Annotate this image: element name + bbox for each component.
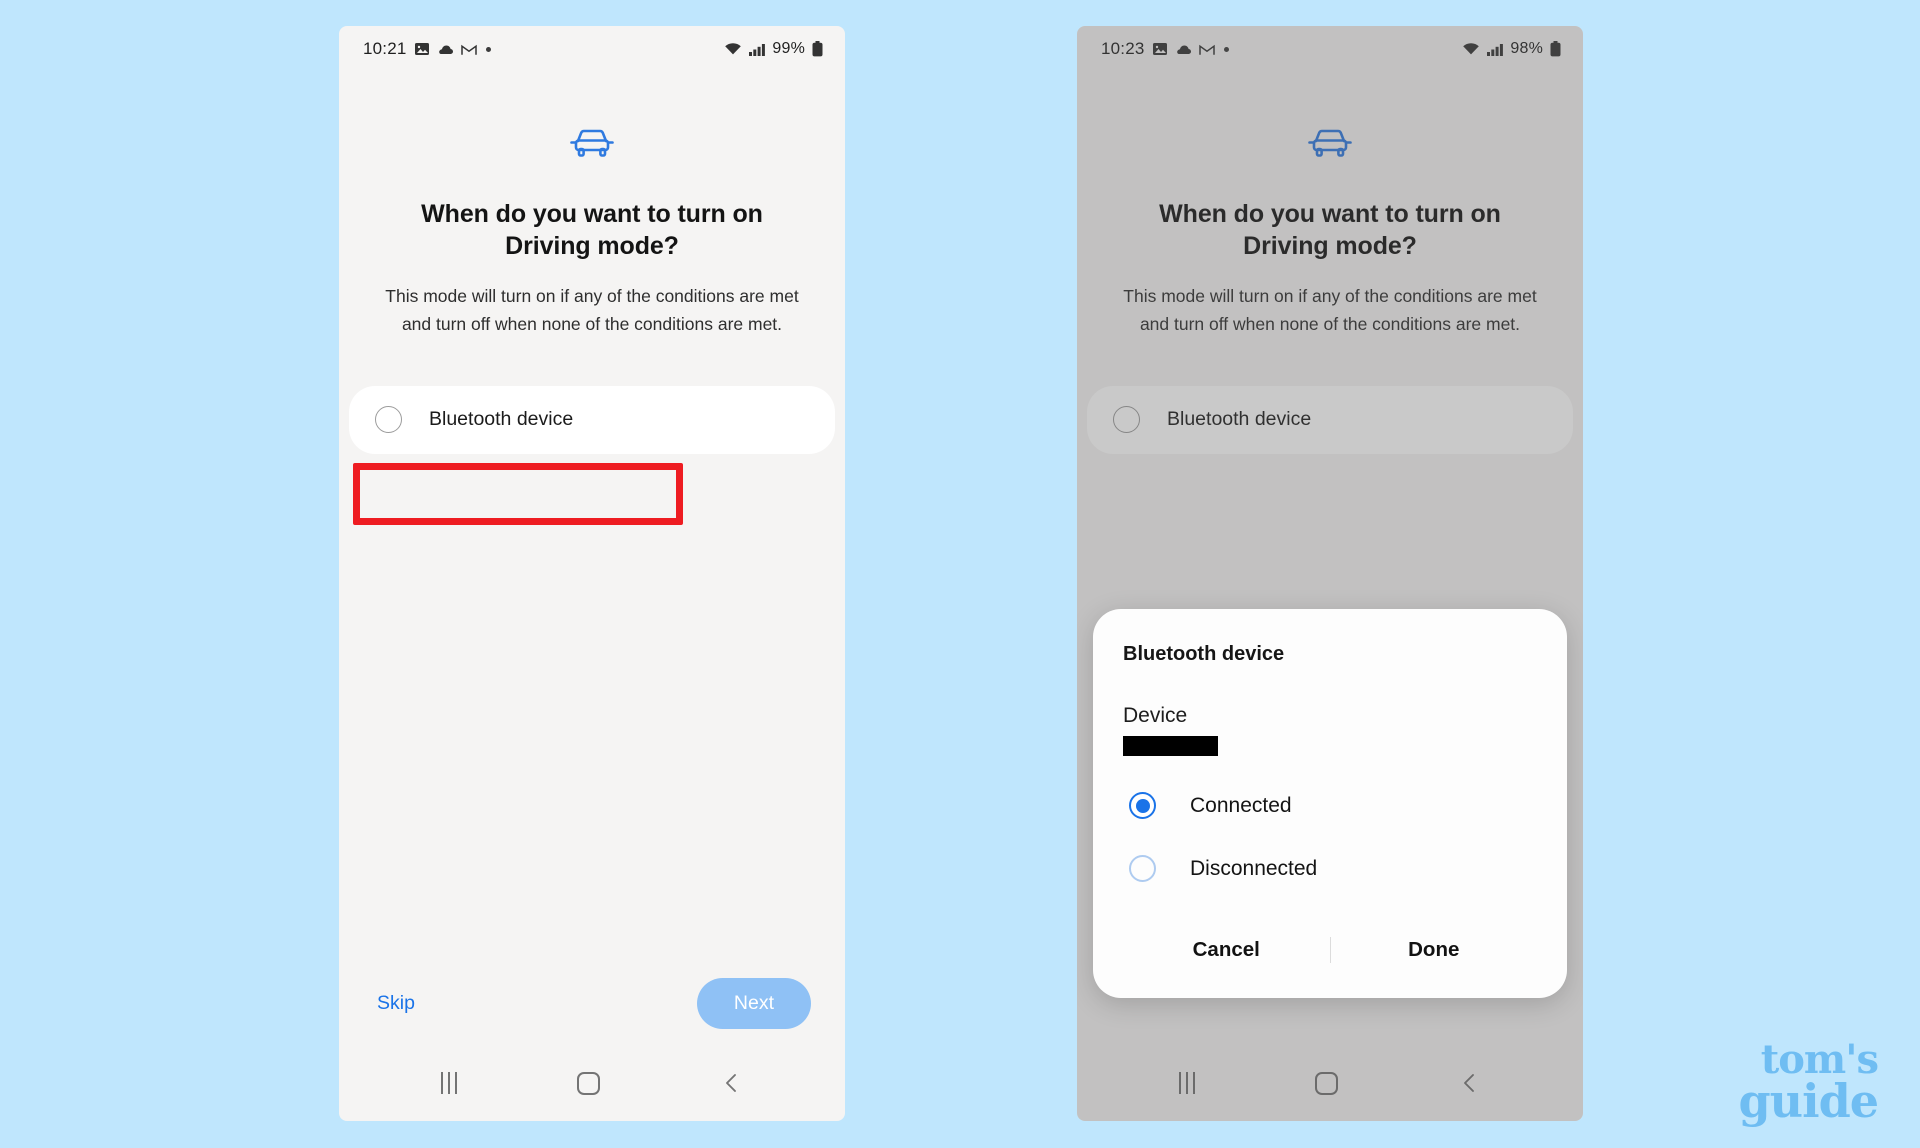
image-icon — [414, 41, 430, 57]
recents-icon[interactable] — [1179, 1072, 1196, 1094]
dialog-option-disconnected[interactable]: Disconnected — [1123, 855, 1537, 882]
status-time: 10:23 — [1101, 39, 1145, 58]
radio-icon[interactable] — [375, 406, 402, 434]
gmail-icon — [460, 43, 477, 56]
radio-selected-icon[interactable] — [1129, 792, 1156, 819]
status-bar-right: 10:23 98% — [1077, 26, 1583, 72]
status-time: 10:21 — [363, 39, 407, 58]
watermark-line-2: guide — [1738, 1073, 1879, 1128]
radio-icon[interactable] — [1113, 406, 1140, 434]
highlight-box-annotation — [353, 463, 683, 525]
dialog-footer: Cancel Done — [1123, 928, 1537, 972]
wifi-icon — [724, 42, 742, 56]
option-bluetooth-device[interactable]: Bluetooth device — [1087, 385, 1573, 454]
option-label: Bluetooth device — [1167, 408, 1312, 431]
option-label: Bluetooth device — [429, 408, 574, 431]
done-button[interactable]: Done — [1331, 928, 1538, 972]
dialog-option-label: Connected — [1190, 793, 1292, 817]
phone-screen-right: 10:23 98% When do you want to turn on Dr… — [1077, 26, 1583, 1121]
cancel-button[interactable]: Cancel — [1123, 928, 1330, 972]
bluetooth-device-dialog: Bluetooth device Device Connected Discon… — [1093, 609, 1567, 998]
redacted-device-name — [1123, 736, 1218, 756]
status-bar-left: 10:21 99% — [339, 26, 845, 72]
page-description: This mode will turn on if any of the con… — [1123, 286, 1537, 335]
dot-icon — [485, 46, 491, 52]
car-icon — [1077, 124, 1583, 160]
page-title: When do you want to turn on Driving mode… — [1159, 200, 1501, 260]
wifi-icon — [1462, 42, 1480, 56]
signal-icon — [749, 43, 766, 56]
image-icon — [1152, 41, 1168, 57]
back-icon[interactable] — [721, 1072, 743, 1094]
dialog-device-field: Device — [1123, 704, 1537, 756]
page-description: This mode will turn on if any of the con… — [385, 286, 799, 335]
home-icon[interactable] — [577, 1071, 601, 1095]
tomsguide-watermark: tom's guide — [1738, 1039, 1879, 1128]
navigation-bar-right — [1077, 1045, 1583, 1121]
dialog-title: Bluetooth device — [1123, 643, 1285, 665]
battery-percent: 99% — [772, 40, 805, 57]
battery-percent: 98% — [1510, 40, 1543, 57]
navigation-bar-left — [339, 1045, 845, 1121]
screen-content-right: When do you want to turn on Driving mode… — [1077, 72, 1583, 454]
page-title: When do you want to turn on Driving mode… — [421, 200, 763, 260]
recents-icon[interactable] — [441, 1072, 458, 1094]
cloud-icon — [437, 43, 454, 56]
action-row: Skip Next — [339, 975, 845, 1031]
battery-icon — [812, 41, 823, 57]
dialog-option-connected[interactable]: Connected — [1123, 792, 1537, 819]
cloud-icon — [1175, 43, 1192, 56]
phone-screen-left: 10:21 99% When do you want to turn on Dr… — [339, 26, 845, 1121]
screen-content-left: When do you want to turn on Driving mode… — [339, 72, 845, 454]
home-icon[interactable] — [1315, 1071, 1339, 1095]
radio-icon[interactable] — [1129, 855, 1156, 882]
option-bluetooth-device[interactable]: Bluetooth device — [349, 385, 835, 454]
back-icon[interactable] — [1459, 1072, 1481, 1094]
device-label: Device — [1123, 704, 1188, 727]
car-icon — [339, 124, 845, 160]
dot-icon — [1223, 46, 1229, 52]
next-button[interactable]: Next — [696, 977, 811, 1029]
gmail-icon — [1198, 43, 1215, 56]
skip-button[interactable]: Skip — [377, 992, 415, 1015]
battery-icon — [1550, 41, 1561, 57]
screenshot-canvas: 10:21 99% When do you want to turn on Dr… — [0, 0, 1920, 1148]
dialog-option-label: Disconnected — [1190, 856, 1318, 880]
signal-icon — [1487, 43, 1504, 56]
